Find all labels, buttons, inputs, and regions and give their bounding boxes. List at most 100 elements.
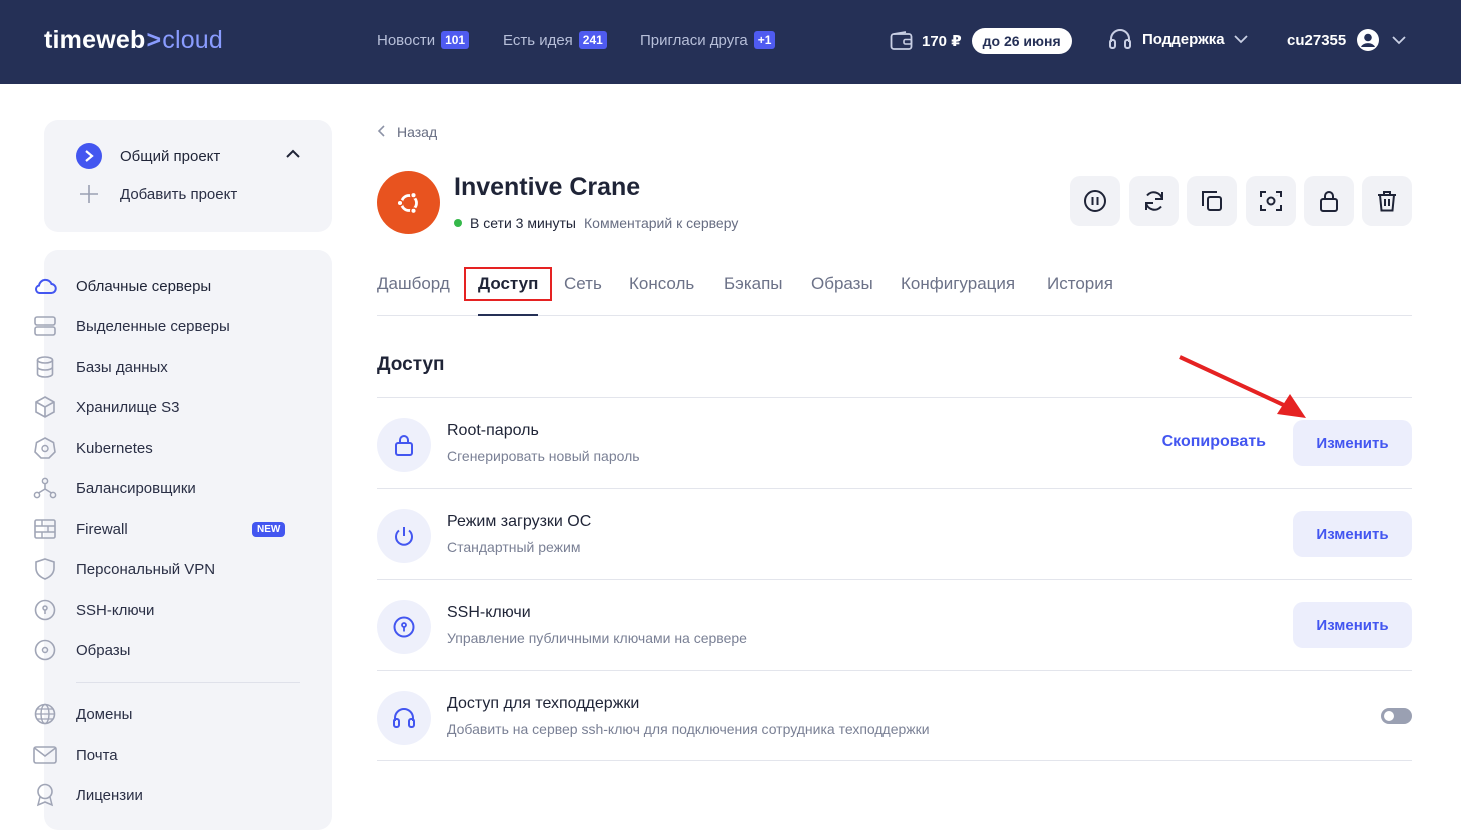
balance-until-pill: до 26 июня	[971, 28, 1072, 54]
globe-icon	[32, 702, 58, 726]
boot-mode-row: Режим загрузки ОС Стандартный режим Изме…	[377, 488, 1412, 579]
chevron-left-icon	[377, 124, 385, 140]
timeweb-logo[interactable]: timeweb>cloud	[44, 26, 223, 55]
server-comment-link[interactable]: Комментарий к серверу	[584, 215, 738, 231]
delete-button[interactable]	[1362, 176, 1412, 226]
row-subtitle: Стандартный режим	[447, 539, 581, 555]
sidebar-item-domains[interactable]: Домены	[32, 702, 272, 726]
new-badge: NEW	[252, 521, 286, 537]
headset-icon	[377, 691, 431, 745]
sidebar-item-label: Облачные серверы	[76, 277, 212, 295]
key-icon	[377, 600, 431, 654]
news-link[interactable]: Новости 101	[377, 31, 470, 49]
lock-icon	[377, 418, 431, 472]
server-status: В сети 3 минуты Комментарий к серверу	[454, 215, 738, 231]
row-subtitle: Управление публичными ключами на сервере	[447, 630, 747, 646]
sidebar-item-ssh-keys[interactable]: SSH-ключи	[32, 598, 272, 622]
balancer-icon	[32, 476, 58, 500]
row-title: SSH-ключи	[447, 604, 531, 621]
sidebar-item-label: Почта	[76, 746, 118, 764]
row-subtitle: Сгенерировать новый пароль	[447, 448, 640, 464]
headset-icon	[1108, 28, 1132, 50]
sidebar-item-label: Firewall	[76, 520, 128, 538]
project-card: Общий проект Добавить проект	[44, 120, 332, 232]
balance-widget[interactable]: 170 ₽ до 26 июня	[890, 28, 1072, 54]
balance-amount: 170 ₽	[922, 33, 962, 50]
reboot-button[interactable]	[1129, 176, 1179, 226]
award-icon	[32, 783, 58, 807]
tab-history[interactable]: История	[1047, 274, 1113, 294]
tab-configuration[interactable]: Конфигурация	[901, 274, 1015, 294]
clone-button[interactable]	[1187, 176, 1237, 226]
support-access-toggle[interactable]	[1381, 708, 1412, 724]
tab-backups[interactable]: Бэкапы	[724, 274, 783, 294]
tab-console[interactable]: Консоль	[629, 274, 694, 294]
invite-badge: +1	[753, 31, 776, 49]
sidebar-item-balancers[interactable]: Балансировщики	[32, 476, 272, 500]
kubernetes-icon	[32, 436, 58, 460]
pause-button[interactable]	[1070, 176, 1120, 226]
sidebar-item-mail[interactable]: Почта	[32, 743, 272, 767]
logo-separator: >	[146, 26, 162, 54]
row-subtitle: Добавить на сервер ssh-ключ для подключе…	[447, 721, 930, 737]
status-online-dot	[454, 219, 462, 227]
chevron-down-icon	[1392, 35, 1406, 45]
project-selector[interactable]: Общий проект	[76, 143, 220, 169]
plus-icon	[76, 184, 102, 204]
invite-label: Пригласи друга	[640, 31, 748, 49]
logo-cloud: cloud	[162, 26, 224, 54]
change-password-button[interactable]: Изменить	[1293, 420, 1412, 466]
sidebar-item-databases[interactable]: Базы данных	[32, 355, 272, 379]
disc-icon	[32, 638, 58, 662]
chevron-down-icon	[1233, 34, 1248, 44]
status-text: В сети 3 минуты	[470, 215, 576, 231]
tab-images[interactable]: Образы	[811, 274, 873, 294]
change-boot-mode-button[interactable]: Изменить	[1293, 511, 1412, 557]
sidebar-item-kubernetes[interactable]: Kubernetes	[32, 436, 272, 460]
support-menu[interactable]: Поддержка	[1108, 28, 1248, 50]
active-tab-indicator	[478, 314, 538, 316]
ubuntu-icon	[377, 171, 440, 234]
server-icon	[32, 314, 58, 338]
sidebar-item-firewall[interactable]: Firewall NEW	[32, 517, 286, 541]
tab-dashboard[interactable]: Дашборд	[377, 274, 450, 294]
copy-password-button[interactable]: Скопировать	[1162, 433, 1266, 451]
sidebar-item-label: Персональный VPN	[76, 560, 216, 578]
news-label: Новости	[377, 31, 436, 49]
sidebar-item-label: Выделенные серверы	[76, 317, 230, 335]
add-project-button[interactable]: Добавить проект	[76, 184, 237, 204]
tab-network[interactable]: Сеть	[564, 274, 602, 294]
sidebar-item-dedicated-servers[interactable]: Выделенные серверы	[32, 314, 272, 338]
annotation-highlight-box	[464, 267, 552, 301]
pause-icon	[1083, 189, 1107, 213]
cube-icon	[32, 395, 58, 419]
idea-label: Есть идея	[503, 31, 573, 49]
server-name: Inventive Crane	[454, 173, 641, 201]
snapshot-button[interactable]	[1246, 176, 1296, 226]
change-ssh-keys-button[interactable]: Изменить	[1293, 602, 1412, 648]
user-menu[interactable]: cu27355	[1287, 28, 1406, 52]
sidebar-item-label: Базы данных	[76, 358, 168, 376]
sidebar-item-vpn[interactable]: Персональный VPN	[32, 557, 272, 581]
support-access-row: Доступ для техподдержки Добавить на серв…	[377, 670, 1412, 761]
sidebar-item-images[interactable]: Образы	[32, 638, 272, 662]
back-link[interactable]: Назад	[377, 124, 437, 140]
firewall-icon	[32, 517, 58, 541]
section-title: Доступ	[377, 354, 445, 375]
lock-icon	[1317, 189, 1341, 213]
sidebar-item-label: SSH-ключи	[76, 601, 155, 619]
invite-friend-link[interactable]: Пригласи друга +1	[640, 31, 776, 49]
chevron-right-icon	[76, 143, 102, 169]
cloud-icon	[32, 274, 58, 298]
logo-main: timeweb	[44, 26, 146, 54]
idea-link[interactable]: Есть идея 241	[503, 31, 607, 49]
sidebar-item-s3[interactable]: Хранилище S3	[32, 395, 272, 419]
chevron-up-icon[interactable]	[286, 149, 300, 158]
add-project-label: Добавить проект	[120, 185, 238, 203]
lock-button[interactable]	[1304, 176, 1354, 226]
toggle-knob	[1384, 711, 1394, 721]
sidebar-item-cloud-servers[interactable]: Облачные серверы	[32, 274, 272, 298]
capture-icon	[1259, 189, 1283, 213]
ssh-keys-row: SSH-ключи Управление публичными ключами …	[377, 579, 1412, 670]
sidebar-item-licenses[interactable]: Лицензии	[32, 783, 272, 807]
